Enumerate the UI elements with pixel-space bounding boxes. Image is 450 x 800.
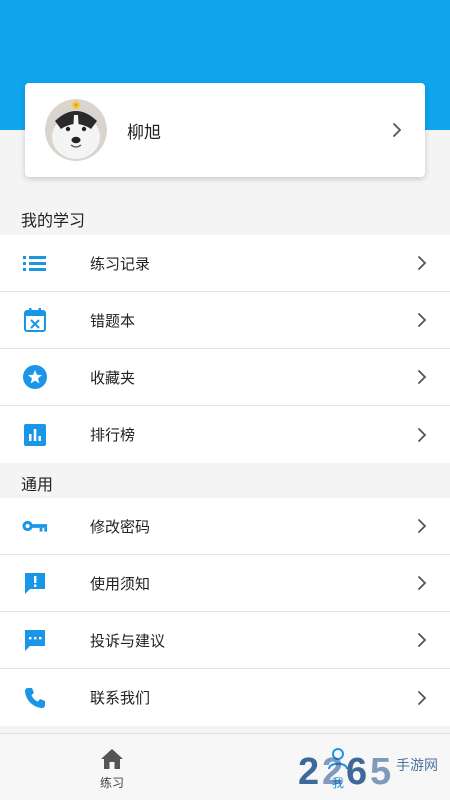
list-item-label: 收藏夹 — [90, 368, 136, 387]
svg-text:6: 6 — [346, 751, 367, 793]
list-icon — [22, 250, 48, 276]
list-item-contact-us[interactable]: 联系我们 — [0, 669, 450, 726]
star-icon — [22, 364, 48, 390]
list-item-label: 修改密码 — [90, 517, 151, 536]
profile-card[interactable]: 柳旭 — [25, 83, 425, 177]
study-list: 练习记录 错题本 收藏夹 排行榜 — [0, 235, 450, 463]
section-title-general: 通用 — [21, 475, 54, 494]
svg-text:5: 5 — [370, 751, 391, 793]
chevron-right-icon — [412, 235, 432, 291]
chat-message-icon — [22, 627, 48, 653]
chevron-right-icon — [412, 669, 432, 726]
list-item-wrong-book[interactable]: 错题本 — [0, 292, 450, 349]
list-item-favorites[interactable]: 收藏夹 — [0, 349, 450, 406]
chevron-right-icon — [412, 349, 432, 405]
watermark-logo: 2 2 6 5 手游网 — [298, 740, 448, 798]
chevron-right-icon — [412, 406, 432, 463]
list-item-feedback[interactable]: 投诉与建议 — [0, 612, 450, 669]
phone-icon — [22, 685, 48, 711]
chevron-right-icon — [412, 292, 432, 348]
list-item-label: 排行榜 — [90, 426, 136, 444]
key-icon — [22, 513, 48, 539]
avatar[interactable] — [45, 99, 107, 161]
calendar-x-icon — [22, 307, 48, 333]
list-item-label: 投诉与建议 — [90, 631, 166, 650]
chevron-right-icon — [412, 612, 432, 668]
tab-label: 练习 — [99, 776, 124, 790]
list-item-label: 使用须知 — [90, 574, 151, 593]
profile-name: 柳旭 — [127, 122, 161, 143]
home-icon — [100, 748, 124, 770]
chevron-right-icon — [387, 83, 407, 177]
svg-text:2: 2 — [322, 751, 343, 793]
alert-message-icon — [22, 570, 48, 596]
section-title-my-study: 我的学习 — [21, 211, 86, 230]
bar-chart-icon — [22, 422, 48, 448]
list-item-practice-record[interactable]: 练习记录 — [0, 235, 450, 292]
list-item-change-password[interactable]: 修改密码 — [0, 498, 450, 555]
svg-text:手游网: 手游网 — [396, 757, 438, 773]
general-list: 修改密码 使用须知 投诉与建议 联系我们 — [0, 498, 450, 726]
chevron-right-icon — [412, 498, 432, 554]
screen: 柳旭 我的学习 练习记录 错题本 收藏夹 排行榜 通用 修改密码 使用须知 投诉… — [0, 0, 450, 800]
tab-practice[interactable]: 练习 — [82, 734, 142, 800]
list-item-label: 练习记录 — [90, 254, 151, 273]
chevron-right-icon — [412, 555, 432, 611]
svg-text:2: 2 — [298, 751, 319, 793]
list-item-label: 错题本 — [90, 311, 136, 330]
list-item-leaderboard[interactable]: 排行榜 — [0, 406, 450, 463]
list-item-usage-notice[interactable]: 使用须知 — [0, 555, 450, 612]
list-item-label: 联系我们 — [90, 689, 151, 707]
